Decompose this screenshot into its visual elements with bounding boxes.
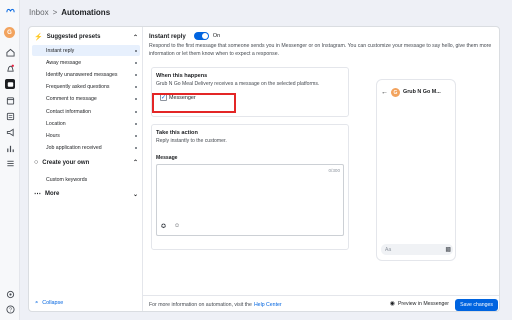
sidebar-item-hours[interactable]: Hours	[32, 130, 140, 141]
suggested-presets-header[interactable]: ⚡ Suggested presets ⌃	[34, 33, 138, 41]
preview-page-name: Grub N Go M...	[403, 89, 441, 95]
breadcrumb-inbox[interactable]: Inbox	[29, 8, 49, 17]
suggested-presets-title: Suggested presets	[46, 34, 101, 40]
messenger-preview: ← G Grub N Go M... Aa ▩	[376, 79, 456, 261]
status-dot	[135, 49, 137, 52]
save-changes-button[interactable]: Save changes	[455, 299, 498, 311]
emoji-icon[interactable]: ☺	[174, 223, 180, 230]
sidebar-item-custom-keywords[interactable]: Custom keywords	[32, 174, 140, 185]
chevron-up-icon[interactable]: ⌃	[133, 159, 138, 166]
main-content: Instant reply On Respond to the first me…	[143, 27, 499, 311]
svg-text:?: ?	[9, 307, 12, 313]
trigger-title: When this happens	[156, 73, 208, 79]
sidebar-item-contact-information[interactable]: Contact information	[32, 106, 140, 117]
preview-message-input: Aa	[381, 244, 453, 255]
left-rail: G ?	[0, 0, 20, 320]
status-dot	[135, 98, 137, 101]
status-dot	[135, 147, 137, 150]
status-dot	[135, 134, 137, 137]
sidebar-item-comment-to-message[interactable]: Comment to message	[32, 94, 140, 105]
messenger-icon: ◉	[389, 301, 395, 307]
notification-icon[interactable]	[5, 63, 15, 73]
insights-icon[interactable]	[5, 143, 15, 153]
more-header[interactable]: ⋯ More ⌄	[34, 190, 138, 198]
message-input[interactable]: 0/300 ✪ ☺	[156, 164, 344, 236]
status-dot	[135, 86, 137, 89]
create-your-own-header[interactable]: ○ Create your own ⌃	[34, 159, 138, 166]
avatar[interactable]: G	[4, 27, 15, 38]
chat-icon: ○	[34, 159, 39, 166]
sidebar-item-label: Identify unanswered messages	[46, 71, 118, 78]
sidebar-item-label: Away message	[46, 59, 82, 66]
status-dot	[135, 73, 137, 76]
message-label: Message	[156, 155, 178, 161]
menu-icon[interactable]	[5, 158, 15, 168]
meta-logo-icon[interactable]	[5, 5, 15, 15]
char-counter: 0/300	[328, 168, 341, 173]
instant-reply-toggle[interactable]	[193, 32, 209, 40]
chevron-right-icon: >	[52, 7, 58, 17]
page-title: Automations	[61, 7, 111, 17]
action-title: Take this action	[156, 130, 198, 136]
preview-in-messenger-button[interactable]: ◉ Preview in Messenger	[389, 300, 449, 308]
more-icon: ⋯	[34, 191, 41, 198]
action-subtitle: Reply instantly to the customer.	[156, 138, 227, 144]
arrow-left-icon: ←	[381, 89, 388, 96]
collapse-button[interactable]: ◓ Collapse	[35, 300, 63, 306]
more-title: More	[45, 191, 60, 197]
posts-icon[interactable]	[5, 111, 15, 121]
personalize-icon[interactable]: ✪	[161, 223, 166, 230]
toggle-label: On	[212, 33, 221, 39]
description: Respond to the first message that someon…	[149, 43, 492, 57]
sidebar-item-label: Custom keywords	[46, 176, 88, 183]
sidebar-item-label: Frequently asked questions	[46, 84, 110, 91]
highlight-box	[152, 93, 236, 113]
status-dot	[135, 110, 137, 113]
collapse-icon: ◓	[35, 300, 39, 306]
presets-sidebar: ⚡ Suggested presets ⌃ Instant reply Away …	[29, 27, 143, 311]
sidebar-item-location[interactable]: Location	[32, 118, 140, 129]
create-your-own-title: Create your own	[42, 159, 90, 166]
sidebar-item-label: Comment to message	[46, 96, 97, 103]
status-dot	[135, 61, 137, 64]
sidebar-item-instant-reply[interactable]: Instant reply	[32, 45, 140, 56]
bolt-icon: ⚡	[34, 34, 43, 41]
status-dot	[135, 122, 137, 125]
collapse-label: Collapse	[42, 300, 64, 306]
section-title: Instant reply	[149, 32, 186, 40]
sidebar-item-label: Instant reply	[46, 47, 75, 54]
home-icon[interactable]	[5, 47, 15, 57]
sidebar-item-label: Hours	[46, 132, 60, 139]
preview-label: Preview in Messenger	[397, 300, 449, 307]
action-card: Take this action Reply instantly to the …	[151, 124, 349, 250]
chat-bubble-icon: ▩	[445, 247, 451, 253]
chevron-down-icon[interactable]: ⌄	[133, 191, 138, 198]
sidebar-item-label: Contact information	[46, 108, 91, 115]
chevron-up-icon[interactable]: ⌃	[133, 34, 138, 41]
sidebar-item-label: Job application received	[46, 145, 102, 152]
footer-info: For more information on automation, visi…	[149, 301, 252, 308]
sidebar-item-label: Location	[46, 120, 66, 127]
footer: For more information on automation, visi…	[143, 295, 499, 311]
preview-avatar: G	[391, 88, 400, 97]
megaphone-icon[interactable]	[5, 127, 15, 137]
settings-icon[interactable]	[5, 289, 15, 299]
trigger-subtitle: Grub N Go Meal Delivery receives a messa…	[156, 81, 320, 87]
breadcrumb: Inbox > Automations	[20, 0, 512, 24]
instant-reply-header: Instant reply On	[149, 32, 220, 40]
help-icon[interactable]: ?	[5, 304, 15, 314]
sidebar-item-away-message[interactable]: Away message	[32, 57, 140, 68]
automation-panel: ⚡ Suggested presets ⌃ Instant reply Away …	[28, 26, 500, 312]
sidebar-item-identify-unanswered-messages[interactable]: Identify unanswered messages	[32, 69, 140, 80]
calendar-icon[interactable]	[5, 95, 15, 105]
inbox-icon[interactable]	[5, 79, 15, 89]
help-center-link[interactable]: Help Center	[254, 302, 282, 308]
sidebar-item-job-application-received[interactable]: Job application received	[32, 143, 140, 154]
sidebar-item-frequently-asked-questions[interactable]: Frequently asked questions	[32, 82, 140, 93]
message-tools: ✪ ☺	[161, 223, 180, 230]
